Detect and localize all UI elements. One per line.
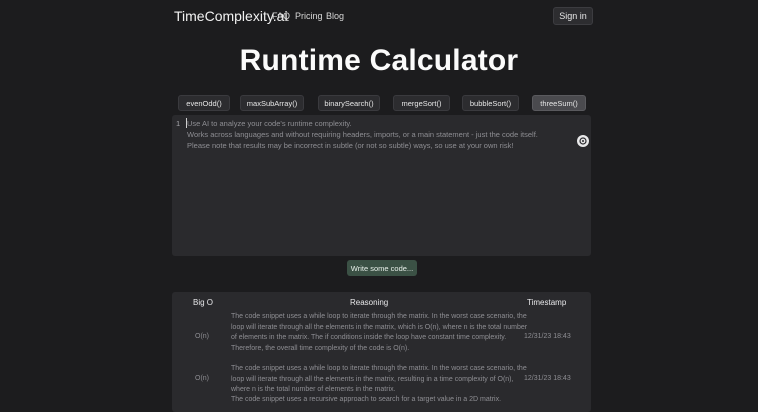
line-number: 1 [176,119,181,128]
example-mergesort-button[interactable]: mergeSort() [393,95,450,111]
column-header-timestamp: Timestamp [527,298,567,307]
nav-link-blog[interactable]: Blog [326,11,344,21]
reasoning-text: The code snippet uses a recursive approa… [231,396,502,403]
page-title: Runtime Calculator [239,44,519,77]
example-threesum-button[interactable]: threeSum() [532,95,586,111]
code-editor[interactable]: 1 Use AI to analyze your code's runtime … [172,115,591,256]
example-binarysearch-button[interactable]: binarySearch() [318,95,380,111]
results-table: Big O Reasoning Timestamp O(n) The code … [172,292,591,412]
nav-link-faq[interactable]: FAQ [272,11,290,21]
reasoning-text: The code snippet uses a while loop to it… [231,313,528,352]
write-code-button[interactable]: Write some code... [347,260,417,276]
timestamp-value: 12/31/23 18:43 [524,333,571,340]
brand-logo[interactable]: TimeComplexity.ai [174,8,288,24]
example-bubblesort-button[interactable]: bubbleSort() [462,95,519,111]
example-maxsubarray-button[interactable]: maxSubArray() [240,95,304,111]
editor-placeholder-line: Please note that results may be incorrec… [187,141,514,150]
column-header-big-o: Big O [193,298,214,307]
example-buttons: evenOdd() maxSubArray() binarySearch() m… [0,95,758,111]
big-o-value: O(n) [195,375,209,382]
column-header-reasoning: Reasoning [350,298,389,307]
nav-link-pricing[interactable]: Pricing [295,11,323,21]
ai-assistant-icon[interactable] [577,135,589,147]
editor-placeholder-line: Works across languages and without requi… [187,130,538,139]
timestamp-value: 12/31/23 18:43 [524,375,571,382]
top-nav: TimeComplexity.ai FAQ Pricing Blog Sign … [0,0,758,32]
editor-placeholder-line: Use AI to analyze your code's runtime co… [187,119,352,128]
reasoning-text: The code snippet uses a while loop to it… [231,365,527,393]
sign-in-button[interactable]: Sign in [553,7,593,25]
big-o-value: O(n) [195,333,209,340]
example-evenodd-button[interactable]: evenOdd() [178,95,230,111]
